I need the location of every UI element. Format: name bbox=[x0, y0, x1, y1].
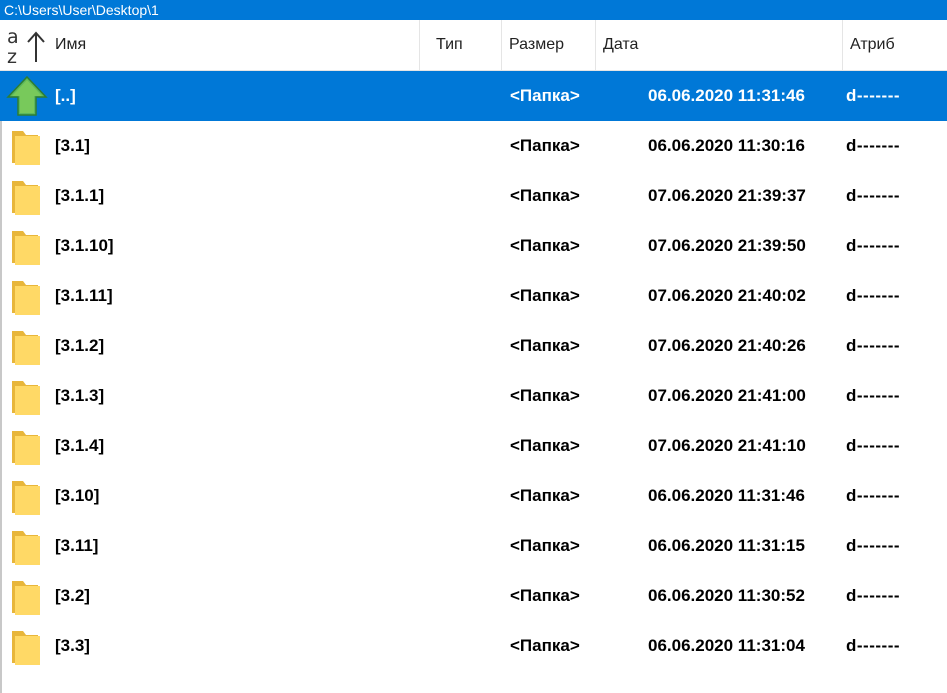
folder-icon bbox=[12, 431, 40, 465]
row-date: 07.06.2020 21:40:26 bbox=[648, 336, 806, 355]
svg-text:a: a bbox=[7, 26, 19, 48]
row-attr: d------- bbox=[846, 136, 901, 155]
row-attr: d------- bbox=[846, 286, 901, 305]
row-attr: d------- bbox=[846, 186, 901, 205]
folder-icon bbox=[12, 481, 40, 515]
file-list-row[interactable]: [..] <Папка> 06.06.2020 11:31:46 d------… bbox=[0, 71, 947, 121]
folder-icon bbox=[12, 131, 40, 165]
row-date: 06.06.2020 11:31:46 bbox=[648, 486, 805, 505]
path-bar[interactable]: C:\Users\User\Desktop\1 bbox=[0, 0, 947, 20]
row-size: <Папка> bbox=[510, 236, 580, 255]
row-size: <Папка> bbox=[510, 636, 580, 655]
row-attr: d------- bbox=[846, 586, 901, 605]
row-attr: d------- bbox=[846, 486, 901, 505]
folder-icon bbox=[12, 231, 40, 265]
column-size-label: Размер bbox=[509, 36, 564, 53]
file-list-row[interactable]: [3.1.1] <Папка> 07.06.2020 21:39:37 d---… bbox=[0, 171, 947, 221]
column-name-label: Имя bbox=[55, 36, 87, 53]
row-attr: d------- bbox=[846, 236, 901, 255]
column-type-label: Тип bbox=[436, 36, 463, 53]
row-date: 06.06.2020 11:31:46 bbox=[648, 86, 805, 105]
column-size-header[interactable]: Размер bbox=[502, 20, 596, 70]
row-size: <Папка> bbox=[510, 336, 580, 355]
row-name: [3.1.1] bbox=[55, 186, 105, 205]
folder-icon bbox=[12, 581, 40, 615]
file-list-row[interactable]: [3.1.10] <Папка> 07.06.2020 21:39:50 d--… bbox=[0, 221, 947, 271]
file-list-row[interactable]: [3.2] <Папка> 06.06.2020 11:30:52 d-----… bbox=[0, 571, 947, 621]
up-arrow-icon bbox=[6, 75, 48, 116]
column-date-label: Дата bbox=[603, 36, 639, 53]
row-attr: d------- bbox=[846, 336, 901, 355]
folder-icon bbox=[12, 281, 40, 315]
row-date: 07.06.2020 21:40:02 bbox=[648, 286, 806, 305]
row-size: <Папка> bbox=[510, 586, 580, 605]
folder-icon bbox=[12, 631, 40, 665]
row-name: [3.1.11] bbox=[55, 286, 113, 305]
row-date: 06.06.2020 11:31:15 bbox=[648, 536, 805, 555]
row-size: <Папка> bbox=[510, 286, 580, 305]
row-name: [3.1.3] bbox=[55, 386, 105, 405]
row-date: 07.06.2020 21:41:00 bbox=[648, 386, 806, 405]
svg-text:z: z bbox=[7, 46, 17, 66]
row-size: <Папка> bbox=[510, 136, 580, 155]
file-list-row[interactable]: [3.1.4] <Папка> 07.06.2020 21:41:10 d---… bbox=[0, 421, 947, 471]
row-name: [3.3] bbox=[55, 636, 90, 655]
row-date: 07.06.2020 21:39:37 bbox=[648, 186, 806, 205]
row-date: 06.06.2020 11:30:52 bbox=[648, 586, 805, 605]
file-list-row[interactable]: [3.1.2] <Папка> 07.06.2020 21:40:26 d---… bbox=[0, 321, 947, 371]
row-name: [3.1.2] bbox=[55, 336, 105, 355]
file-list-row[interactable]: [3.10] <Папка> 06.06.2020 11:31:46 d----… bbox=[0, 471, 947, 521]
folder-icon bbox=[12, 381, 40, 415]
row-name: [3.1.10] bbox=[55, 236, 114, 255]
sort-ascending-icon[interactable]: a z bbox=[4, 24, 48, 66]
row-attr: d------- bbox=[846, 436, 901, 455]
column-name-header[interactable]: a z Имя bbox=[0, 20, 420, 70]
column-attr-header[interactable]: Атриб bbox=[843, 20, 947, 70]
file-list-row[interactable]: [3.1.11] <Папка> 07.06.2020 21:40:02 d--… bbox=[0, 271, 947, 321]
row-name: [3.2] bbox=[55, 586, 90, 605]
folder-icon bbox=[12, 531, 40, 565]
row-name: [3.1] bbox=[55, 136, 90, 155]
file-list-row[interactable]: [3.11] <Папка> 06.06.2020 11:31:15 d----… bbox=[0, 521, 947, 571]
file-list-row[interactable]: [3.1.3] <Папка> 07.06.2020 21:41:00 d---… bbox=[0, 371, 947, 421]
row-size: <Папка> bbox=[510, 86, 580, 105]
column-date-header[interactable]: Дата bbox=[596, 20, 843, 70]
row-size: <Папка> bbox=[510, 386, 580, 405]
row-name: [3.10] bbox=[55, 486, 100, 505]
row-size: <Папка> bbox=[510, 186, 580, 205]
row-date: 07.06.2020 21:39:50 bbox=[648, 236, 806, 255]
row-name: [..] bbox=[55, 86, 76, 105]
row-attr: d------- bbox=[846, 86, 901, 105]
row-attr: d------- bbox=[846, 636, 901, 655]
row-date: 07.06.2020 21:41:10 bbox=[648, 436, 806, 455]
row-name: [3.1.4] bbox=[55, 436, 105, 455]
folder-icon bbox=[12, 331, 40, 365]
folder-icon bbox=[12, 181, 40, 215]
column-type-header[interactable]: Тип bbox=[429, 20, 502, 70]
row-size: <Папка> bbox=[510, 536, 580, 555]
file-list-row[interactable]: [3.1] <Папка> 06.06.2020 11:30:16 d-----… bbox=[0, 121, 947, 171]
row-date: 06.06.2020 11:30:16 bbox=[648, 136, 805, 155]
column-header: a z Имя Тип Размер Дата Атриб bbox=[0, 20, 947, 71]
row-date: 06.06.2020 11:31:04 bbox=[648, 636, 805, 655]
file-list-row[interactable]: [3.3] <Папка> 06.06.2020 11:31:04 d-----… bbox=[0, 621, 947, 671]
row-size: <Папка> bbox=[510, 436, 580, 455]
row-name: [3.11] bbox=[55, 536, 99, 555]
column-attr-label: Атриб bbox=[850, 36, 895, 53]
row-attr: d------- bbox=[846, 536, 901, 555]
row-attr: d------- bbox=[846, 386, 901, 405]
row-size: <Папка> bbox=[510, 486, 580, 505]
